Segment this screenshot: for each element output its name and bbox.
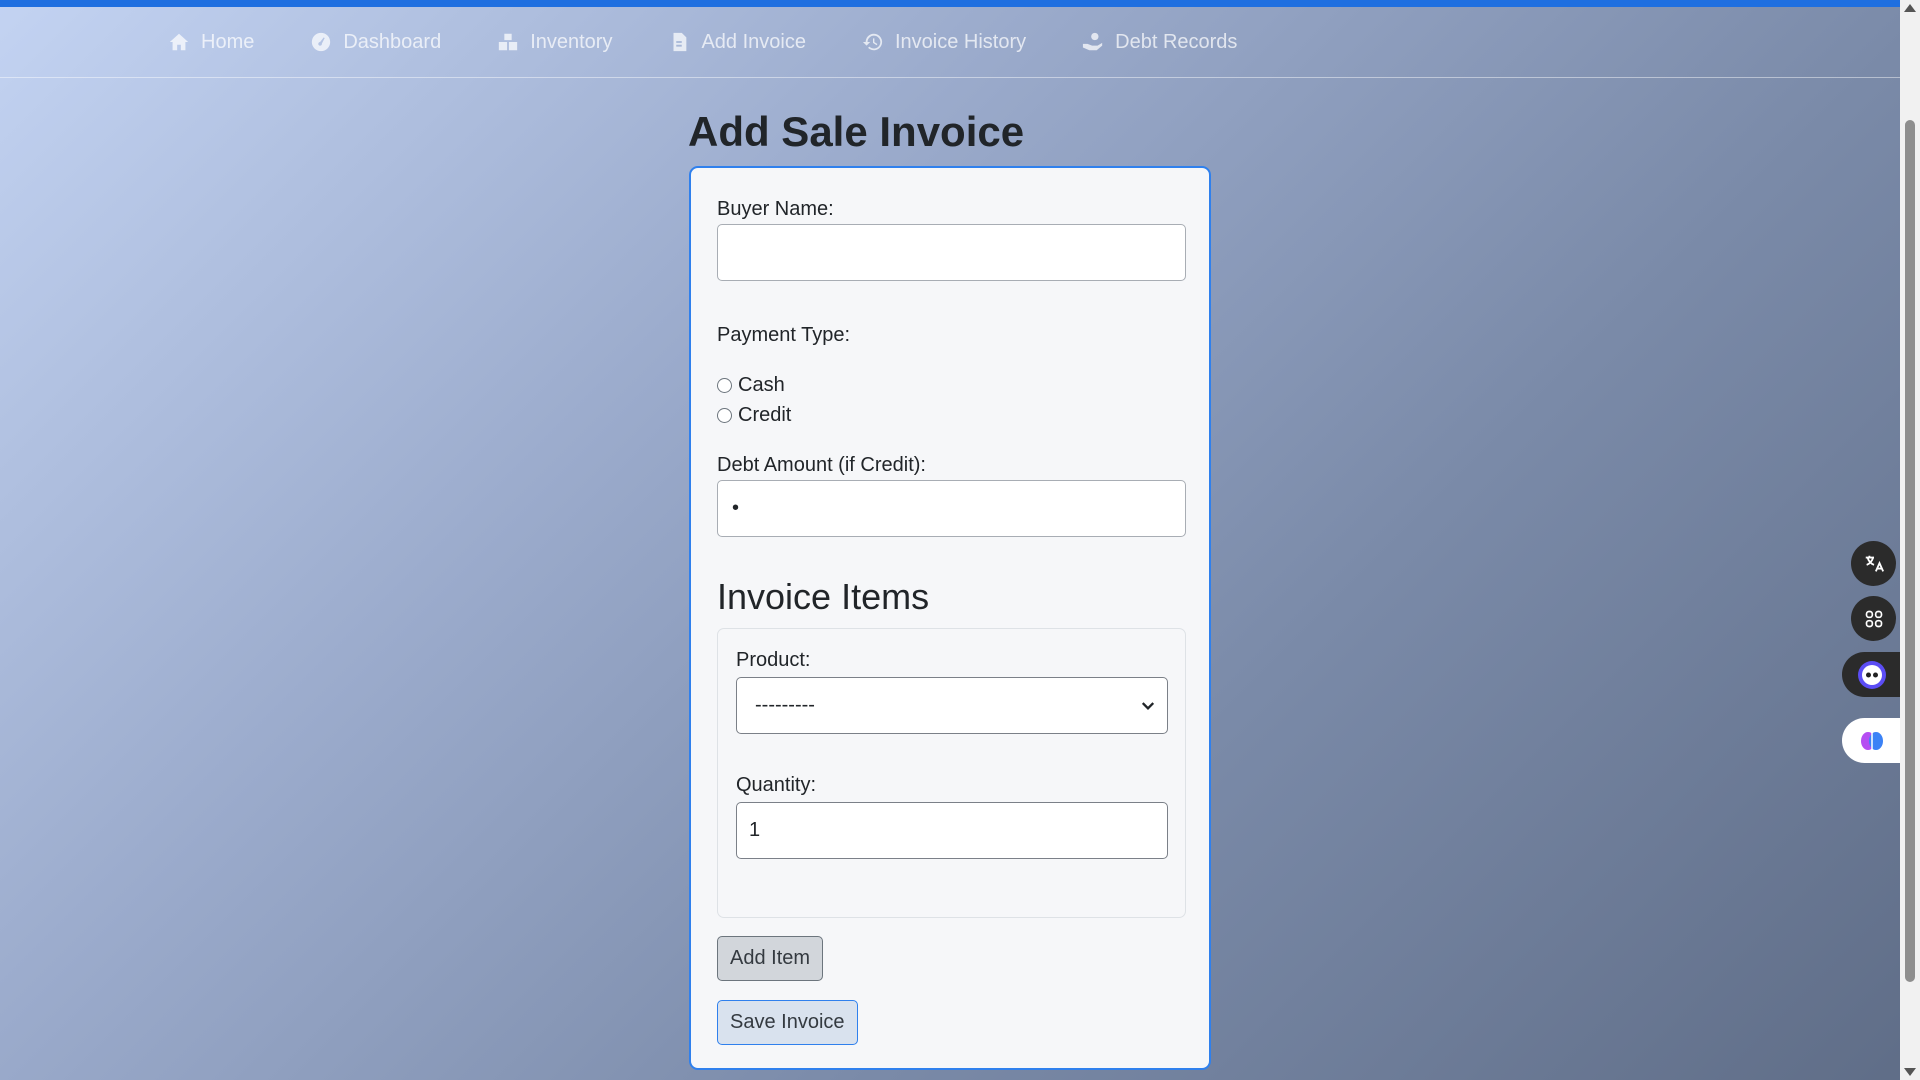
main-navbar: Home Dashboard Inventory Add Invoice Inv… bbox=[0, 7, 1900, 78]
history-icon bbox=[862, 33, 883, 51]
nav-item-home[interactable]: Home bbox=[168, 31, 254, 54]
chevron-down-icon bbox=[1141, 701, 1155, 710]
product-select-value: --------- bbox=[755, 694, 815, 716]
nav-item-dashboard[interactable]: Dashboard bbox=[310, 31, 441, 54]
nav-label-invoice-history: Invoice History bbox=[894, 30, 1027, 53]
page-title: Add Sale Invoice bbox=[688, 108, 1025, 155]
credit-radio-label: Credit bbox=[738, 404, 792, 426]
invoice-form-card: Buyer Name: Payment Type: Cash Credit De… bbox=[689, 166, 1211, 1070]
nav-item-invoice-history[interactable]: Invoice History bbox=[862, 31, 1026, 54]
file-invoice-icon bbox=[673, 32, 687, 52]
scroll-thumb[interactable] bbox=[1905, 120, 1915, 982]
assistant-bot-icon[interactable] bbox=[1842, 652, 1902, 697]
product-select[interactable]: --------- bbox=[736, 677, 1168, 734]
quantity-value: 1 bbox=[749, 819, 761, 841]
page-scrollbar[interactable] bbox=[1900, 0, 1920, 1080]
brain-icon[interactable] bbox=[1842, 718, 1902, 763]
translate-icon[interactable] bbox=[1851, 541, 1896, 586]
command-icon[interactable] bbox=[1851, 596, 1896, 641]
nav-label-debt-records: Debt Records bbox=[1115, 30, 1238, 53]
add-item-button[interactable]: Add Item bbox=[717, 936, 824, 981]
nav-label-inventory: Inventory bbox=[530, 30, 613, 53]
quantity-input[interactable]: 1 bbox=[736, 802, 1168, 859]
payment-option-cash[interactable]: Cash bbox=[717, 374, 785, 397]
scroll-down-icon[interactable] bbox=[1904, 1068, 1916, 1076]
nav-label-dashboard: Dashboard bbox=[343, 30, 442, 53]
hand-coin-icon bbox=[1083, 32, 1103, 51]
gauge-icon bbox=[312, 32, 331, 52]
scroll-up-icon[interactable] bbox=[1904, 4, 1916, 12]
payment-type-label: Payment Type: bbox=[717, 324, 851, 346]
nav-item-inventory[interactable]: Inventory bbox=[497, 31, 612, 54]
debt-amount-value: • bbox=[732, 497, 740, 519]
buyer-name-label: Buyer Name: bbox=[717, 198, 834, 220]
debt-amount-input[interactable]: • bbox=[717, 480, 1186, 537]
quantity-label: Quantity: bbox=[736, 774, 817, 796]
nav-label-home: Home bbox=[201, 30, 255, 53]
buyer-name-input[interactable] bbox=[717, 224, 1186, 281]
save-invoice-button[interactable]: Save Invoice bbox=[717, 1000, 858, 1045]
nav-item-add-invoice[interactable]: Add Invoice bbox=[668, 31, 806, 54]
home-icon bbox=[169, 33, 189, 51]
product-label: Product: bbox=[736, 649, 811, 671]
nav-label-add-invoice: Add Invoice bbox=[701, 30, 806, 53]
credit-radio[interactable] bbox=[717, 408, 732, 423]
invoice-items-heading: Invoice Items bbox=[717, 576, 930, 617]
nav-item-debt-records[interactable]: Debt Records bbox=[1082, 31, 1237, 54]
debt-amount-label: Debt Amount (if Credit): bbox=[717, 454, 926, 476]
invoice-item-row: Product: --------- Quantity: 1 bbox=[717, 628, 1186, 918]
boxes-icon bbox=[499, 33, 518, 51]
cash-radio-label: Cash bbox=[738, 374, 785, 396]
top-accent-bar bbox=[0, 0, 1900, 7]
payment-option-credit[interactable]: Credit bbox=[717, 404, 791, 427]
cash-radio[interactable] bbox=[717, 378, 732, 393]
